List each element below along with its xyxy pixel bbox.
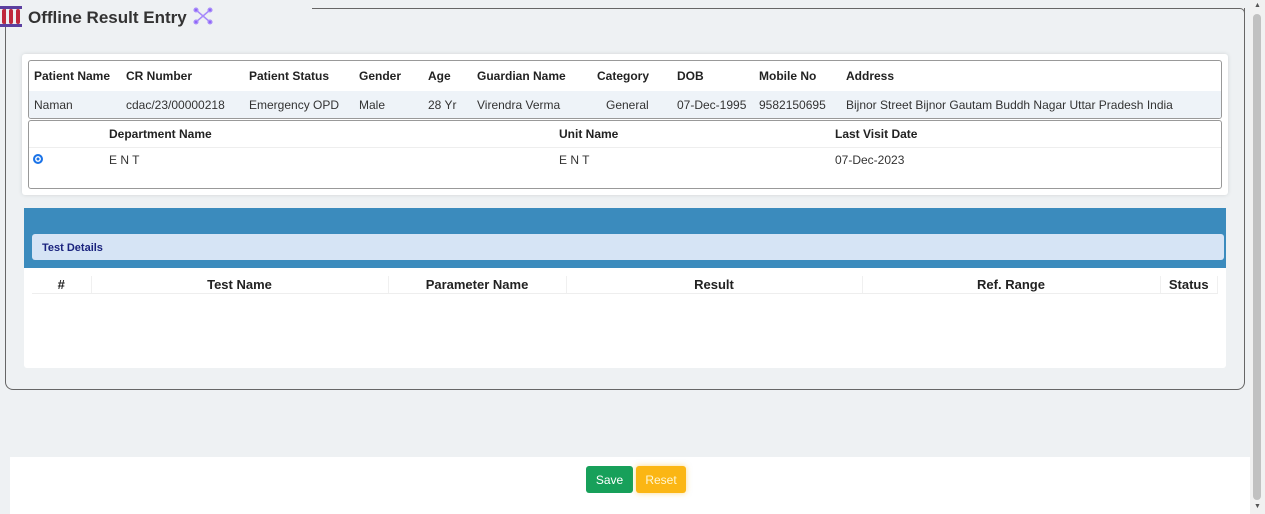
patient-header-row: Patient Name CR Number Patient Status Ge…: [29, 61, 1221, 91]
col-age: Age: [428, 69, 451, 83]
page-header: Offline Result Entry: [0, 4, 213, 31]
col-parameter-name: Parameter Name: [388, 276, 567, 294]
scroll-down-icon[interactable]: ▼: [1254, 503, 1261, 510]
visit-row[interactable]: E N T E N T 07-Dec-2023: [29, 147, 1221, 173]
test-header-row: # Test Name Parameter Name Result Ref. R…: [32, 276, 1218, 294]
col-index: #: [32, 276, 92, 294]
col-ref-range: Ref. Range: [862, 276, 1161, 294]
department: E N T: [109, 153, 140, 168]
col-patient-status: Patient Status: [249, 69, 330, 83]
patient-details-table: Patient Name CR Number Patient Status Ge…: [28, 60, 1222, 119]
patient-row: Naman cdac/23/00000218 Emergency OPD Mal…: [29, 91, 1221, 118]
visit-header-row: Department Name Unit Name Last Visit Dat…: [29, 121, 1221, 148]
scrollbar-thumb[interactable]: [1253, 14, 1261, 500]
col-dob: DOB: [677, 69, 704, 83]
test-details-table: # Test Name Parameter Name Result Ref. R…: [32, 276, 1218, 294]
col-department: Department Name: [109, 121, 559, 148]
test-details-heading: Test Details: [32, 234, 1224, 260]
guardian-name: Virendra Verma: [472, 91, 592, 118]
dob: 07-Dec-1995: [672, 91, 754, 118]
category: General: [592, 91, 672, 118]
page-title: Offline Result Entry: [28, 7, 187, 27]
cr-number: cdac/23/00000218: [121, 91, 244, 118]
col-gender: Gender: [359, 69, 402, 83]
col-address: Address: [846, 69, 895, 83]
reset-button[interactable]: Reset: [636, 466, 686, 493]
col-guardian-name: Guardian Name: [477, 69, 566, 83]
mobile: 9582150695: [754, 91, 841, 118]
scroll-up-icon[interactable]: ▲: [1254, 2, 1261, 9]
col-mobile: Mobile No: [759, 69, 817, 83]
col-status: Status: [1160, 276, 1218, 294]
patient-status: Emergency OPD: [244, 91, 354, 118]
visit-radio[interactable]: [33, 154, 43, 165]
col-last-visit: Last Visit Date: [835, 121, 1221, 148]
test-tubes-icon: [0, 4, 22, 31]
last-visit-date: 07-Dec-2023: [835, 153, 905, 168]
gender: Male: [354, 91, 423, 118]
age: 28 Yr: [423, 91, 472, 118]
unit: E N T: [559, 153, 590, 168]
patient-name: Naman: [29, 91, 121, 118]
col-patient-name: Patient Name: [34, 69, 111, 83]
col-cr-number: CR Number: [126, 69, 193, 83]
save-button[interactable]: Save: [586, 466, 633, 493]
col-result: Result: [566, 276, 863, 294]
col-category: Category: [597, 69, 650, 83]
address: Bijnor Street Bijnor Gautam Buddh Nagar …: [841, 91, 1221, 118]
col-unit: Unit Name: [559, 121, 835, 148]
expand-arrows-icon[interactable]: [193, 7, 213, 28]
col-test-name: Test Name: [91, 276, 389, 294]
visit-table: Department Name Unit Name Last Visit Dat…: [28, 120, 1222, 189]
